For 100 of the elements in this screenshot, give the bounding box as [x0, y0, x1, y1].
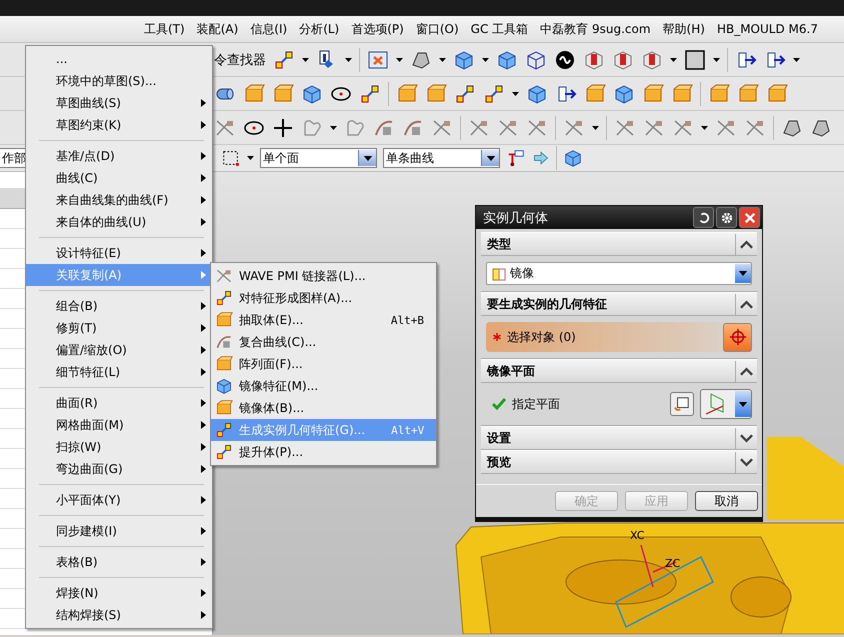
block-icon[interactable]	[584, 82, 606, 104]
section-header[interactable]: 镜像平面	[481, 359, 757, 383]
menu-item[interactable]: 分析(L)	[293, 18, 346, 40]
menu-item[interactable]: 弯边曲面(G)	[26, 458, 212, 480]
disc-icon[interactable]	[554, 48, 576, 70]
caret-icon[interactable]	[713, 58, 720, 62]
nodes-icon[interactable]	[359, 82, 381, 104]
plus-icon[interactable]	[272, 116, 294, 138]
menu-item[interactable]: 环境中的草图(S)...	[26, 70, 212, 92]
wireframe-cube-icon[interactable]	[525, 48, 547, 70]
caret-icon[interactable]	[302, 58, 309, 62]
block-icon[interactable]	[396, 82, 418, 104]
nodes-icon[interactable]	[273, 48, 295, 70]
caret-icon[interactable]	[701, 126, 708, 130]
part-dropdown[interactable]: 作部	[0, 148, 26, 168]
menu-item[interactable]: GC 工具箱	[464, 18, 534, 40]
menu-item[interactable]: 组合(B)	[26, 295, 212, 317]
menu-item[interactable]: WAVE PMI 链接器(L)...	[211, 265, 436, 287]
plane-dialog-button[interactable]	[670, 392, 694, 416]
square-icon[interactable]	[684, 48, 706, 70]
cube-icon[interactable]	[496, 48, 518, 70]
menu-item[interactable]: 偏置/缩放(O)	[26, 339, 212, 361]
cube-icon[interactable]	[641, 48, 663, 70]
caret-icon[interactable]	[247, 156, 254, 160]
menu-item[interactable]: 来自曲线集的曲线(F)	[26, 189, 212, 211]
cube-icon[interactable]	[613, 82, 635, 104]
menu-item[interactable]: 窗口(O)	[410, 18, 465, 40]
block-icon[interactable]	[708, 82, 730, 104]
block-icon[interactable]	[671, 82, 693, 104]
type-dropdown[interactable]: 镜像	[486, 262, 752, 285]
menu-item[interactable]: 设计特征(E)	[26, 242, 212, 264]
menu-item[interactable]: 工具(T)	[138, 18, 191, 40]
caret-icon[interactable]	[793, 58, 800, 62]
select-rectangle-icon[interactable]	[221, 148, 241, 168]
section-header[interactable]: 类型	[481, 232, 757, 256]
menu-item[interactable]: 基准/点(D)	[26, 145, 212, 167]
block-icon[interactable]	[425, 82, 447, 104]
section-header[interactable]: 要生成实例的几何特征	[481, 292, 757, 316]
caret-icon[interactable]	[512, 92, 519, 96]
cube-icon[interactable]	[583, 48, 605, 70]
menu-item[interactable]: 修剪(T)	[26, 317, 212, 339]
caret-icon[interactable]	[345, 58, 352, 62]
menu-item[interactable]: 曲面(R)	[26, 392, 212, 414]
caret-icon[interactable]	[396, 58, 403, 62]
nodes-icon[interactable]	[454, 82, 476, 104]
select-object-button[interactable]	[723, 322, 752, 352]
filter-dropdown[interactable]: 单个面	[260, 148, 377, 168]
menu-item[interactable]: 扫掠(W)	[26, 436, 212, 458]
menu-item[interactable]: 细节特征(L)	[26, 361, 212, 383]
menu-item[interactable]: 焊接(N)	[26, 582, 212, 604]
menu-item[interactable]: 来自体的曲线(U)	[26, 211, 212, 233]
menu-item[interactable]: 帮助(H)	[656, 18, 711, 40]
filter-dropdown[interactable]: 单条曲线	[383, 148, 500, 168]
caret-icon[interactable]	[439, 58, 446, 62]
caret-icon[interactable]	[330, 126, 337, 130]
cube-icon[interactable]	[612, 48, 634, 70]
select-object-row[interactable]: 选择对象 (0)	[486, 322, 752, 352]
block-icon[interactable]	[766, 82, 788, 104]
menu-item[interactable]: 曲线(C)	[26, 167, 212, 189]
menu-item[interactable]: 首选项(P)	[345, 18, 410, 40]
menu-item[interactable]: 复合曲线(C)...	[211, 331, 436, 353]
menu-item[interactable]: 抽取体(E)... Alt+B	[211, 309, 436, 331]
block-icon[interactable]	[642, 82, 664, 104]
menu-item[interactable]: 对特征形成图样(A)...	[211, 287, 436, 309]
section-header[interactable]: 设置	[481, 426, 757, 450]
plane-type-dropdown[interactable]	[700, 389, 752, 419]
cube-icon[interactable]	[301, 82, 323, 104]
menu-item[interactable]: ...	[26, 48, 212, 70]
window-icon[interactable]	[367, 48, 389, 70]
menu-item[interactable]: 提升体(P)...	[211, 441, 436, 463]
caret-icon[interactable]	[670, 58, 677, 62]
menu-item[interactable]: 表格(B)	[26, 551, 212, 573]
dialog-button[interactable]: 取消	[695, 491, 758, 511]
menu-item[interactable]: 小平面体(Y)	[26, 489, 212, 511]
settings-button[interactable]	[716, 207, 737, 228]
menu-item[interactable]: 镜像体(B)...	[211, 397, 436, 419]
cube-icon[interactable]	[453, 48, 475, 70]
filter-icon[interactable]	[506, 148, 526, 168]
nodes-icon[interactable]	[483, 82, 505, 104]
menu-item[interactable]: 草图曲线(S)	[26, 92, 212, 114]
menu-item[interactable]: 结构焊接(S)	[26, 604, 212, 626]
caret-icon[interactable]	[482, 58, 489, 62]
menu-item[interactable]: 阵列面(F)...	[211, 353, 436, 375]
block-icon[interactable]	[737, 82, 759, 104]
menu-item[interactable]: 网格曲面(M)	[26, 414, 212, 436]
cube-icon[interactable]	[526, 82, 548, 104]
reset-button[interactable]	[693, 207, 714, 228]
section-header[interactable]: 预览	[481, 450, 757, 474]
menu-item[interactable]: HB_MOULD M6.7	[710, 19, 824, 39]
menu-item[interactable]: 草图约束(K)	[26, 114, 212, 136]
caret-icon[interactable]	[592, 126, 599, 130]
menu-item[interactable]: 中磊教育 9sug.com	[534, 18, 657, 40]
menu-item[interactable]: 信息(I)	[244, 18, 294, 40]
menu-item[interactable]: 镜像特征(M)...	[211, 375, 436, 397]
block-icon[interactable]	[272, 82, 294, 104]
close-button[interactable]	[739, 207, 760, 228]
command-finder-label[interactable]: 令查找器	[214, 50, 266, 68]
menu-item[interactable]: 同步建模(I)	[26, 520, 212, 542]
block-icon[interactable]	[243, 82, 265, 104]
cube-icon[interactable]	[563, 148, 583, 168]
